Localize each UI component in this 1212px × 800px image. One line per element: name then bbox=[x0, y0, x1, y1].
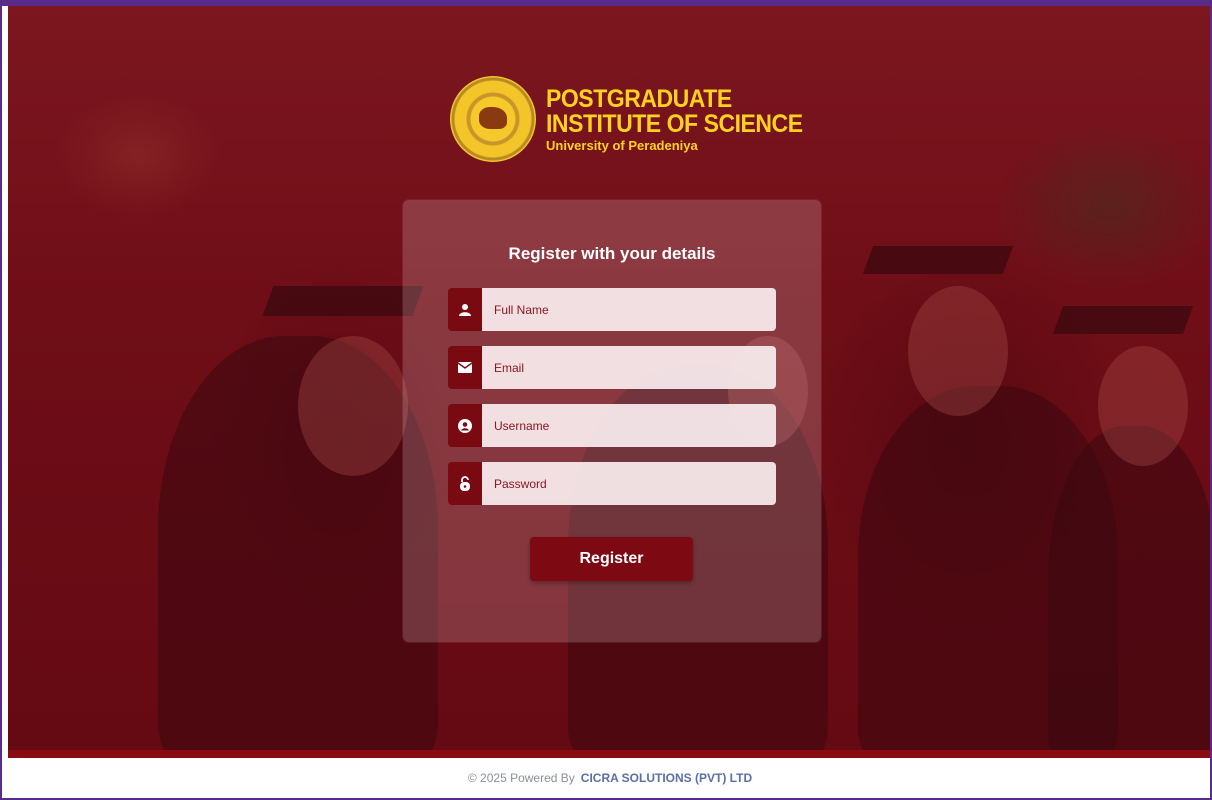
password-field bbox=[448, 462, 776, 505]
register-card: Register with your details Register bbox=[403, 200, 821, 642]
logo-text: POSTGRADUATE INSTITUTE OF SCIENCE Univer… bbox=[546, 84, 825, 153]
envelope-icon bbox=[448, 346, 482, 389]
username-field bbox=[448, 404, 776, 447]
username-input[interactable] bbox=[482, 404, 776, 447]
lock-icon bbox=[448, 462, 482, 505]
institute-logo: POSTGRADUATE INSTITUTE OF SCIENCE Univer… bbox=[450, 76, 825, 162]
logo-line-1: POSTGRADUATE bbox=[546, 84, 732, 113]
footer: © 2025 Powered By CICRA SOLUTIONS (PVT) … bbox=[8, 758, 1212, 798]
register-button[interactable]: Register bbox=[530, 537, 693, 581]
full-name-field bbox=[448, 288, 776, 331]
email-field bbox=[448, 346, 776, 389]
hero-bottom-bar bbox=[8, 750, 1212, 758]
email-input[interactable] bbox=[482, 346, 776, 389]
full-name-input[interactable] bbox=[482, 288, 776, 331]
footer-company-link[interactable]: CICRA SOLUTIONS (PVT) LTD bbox=[581, 771, 752, 785]
user-icon bbox=[448, 288, 482, 331]
footer-copyright: © 2025 Powered By bbox=[467, 771, 575, 785]
user-circle-icon bbox=[448, 404, 482, 447]
logo-line-3: University of Peradeniya bbox=[546, 137, 698, 153]
logo-line-2: INSTITUTE OF SCIENCE bbox=[546, 109, 803, 138]
university-seal-icon bbox=[450, 76, 536, 162]
lion-emblem-icon bbox=[479, 107, 507, 129]
password-input[interactable] bbox=[482, 462, 776, 505]
form-heading: Register with your details bbox=[508, 244, 716, 263]
